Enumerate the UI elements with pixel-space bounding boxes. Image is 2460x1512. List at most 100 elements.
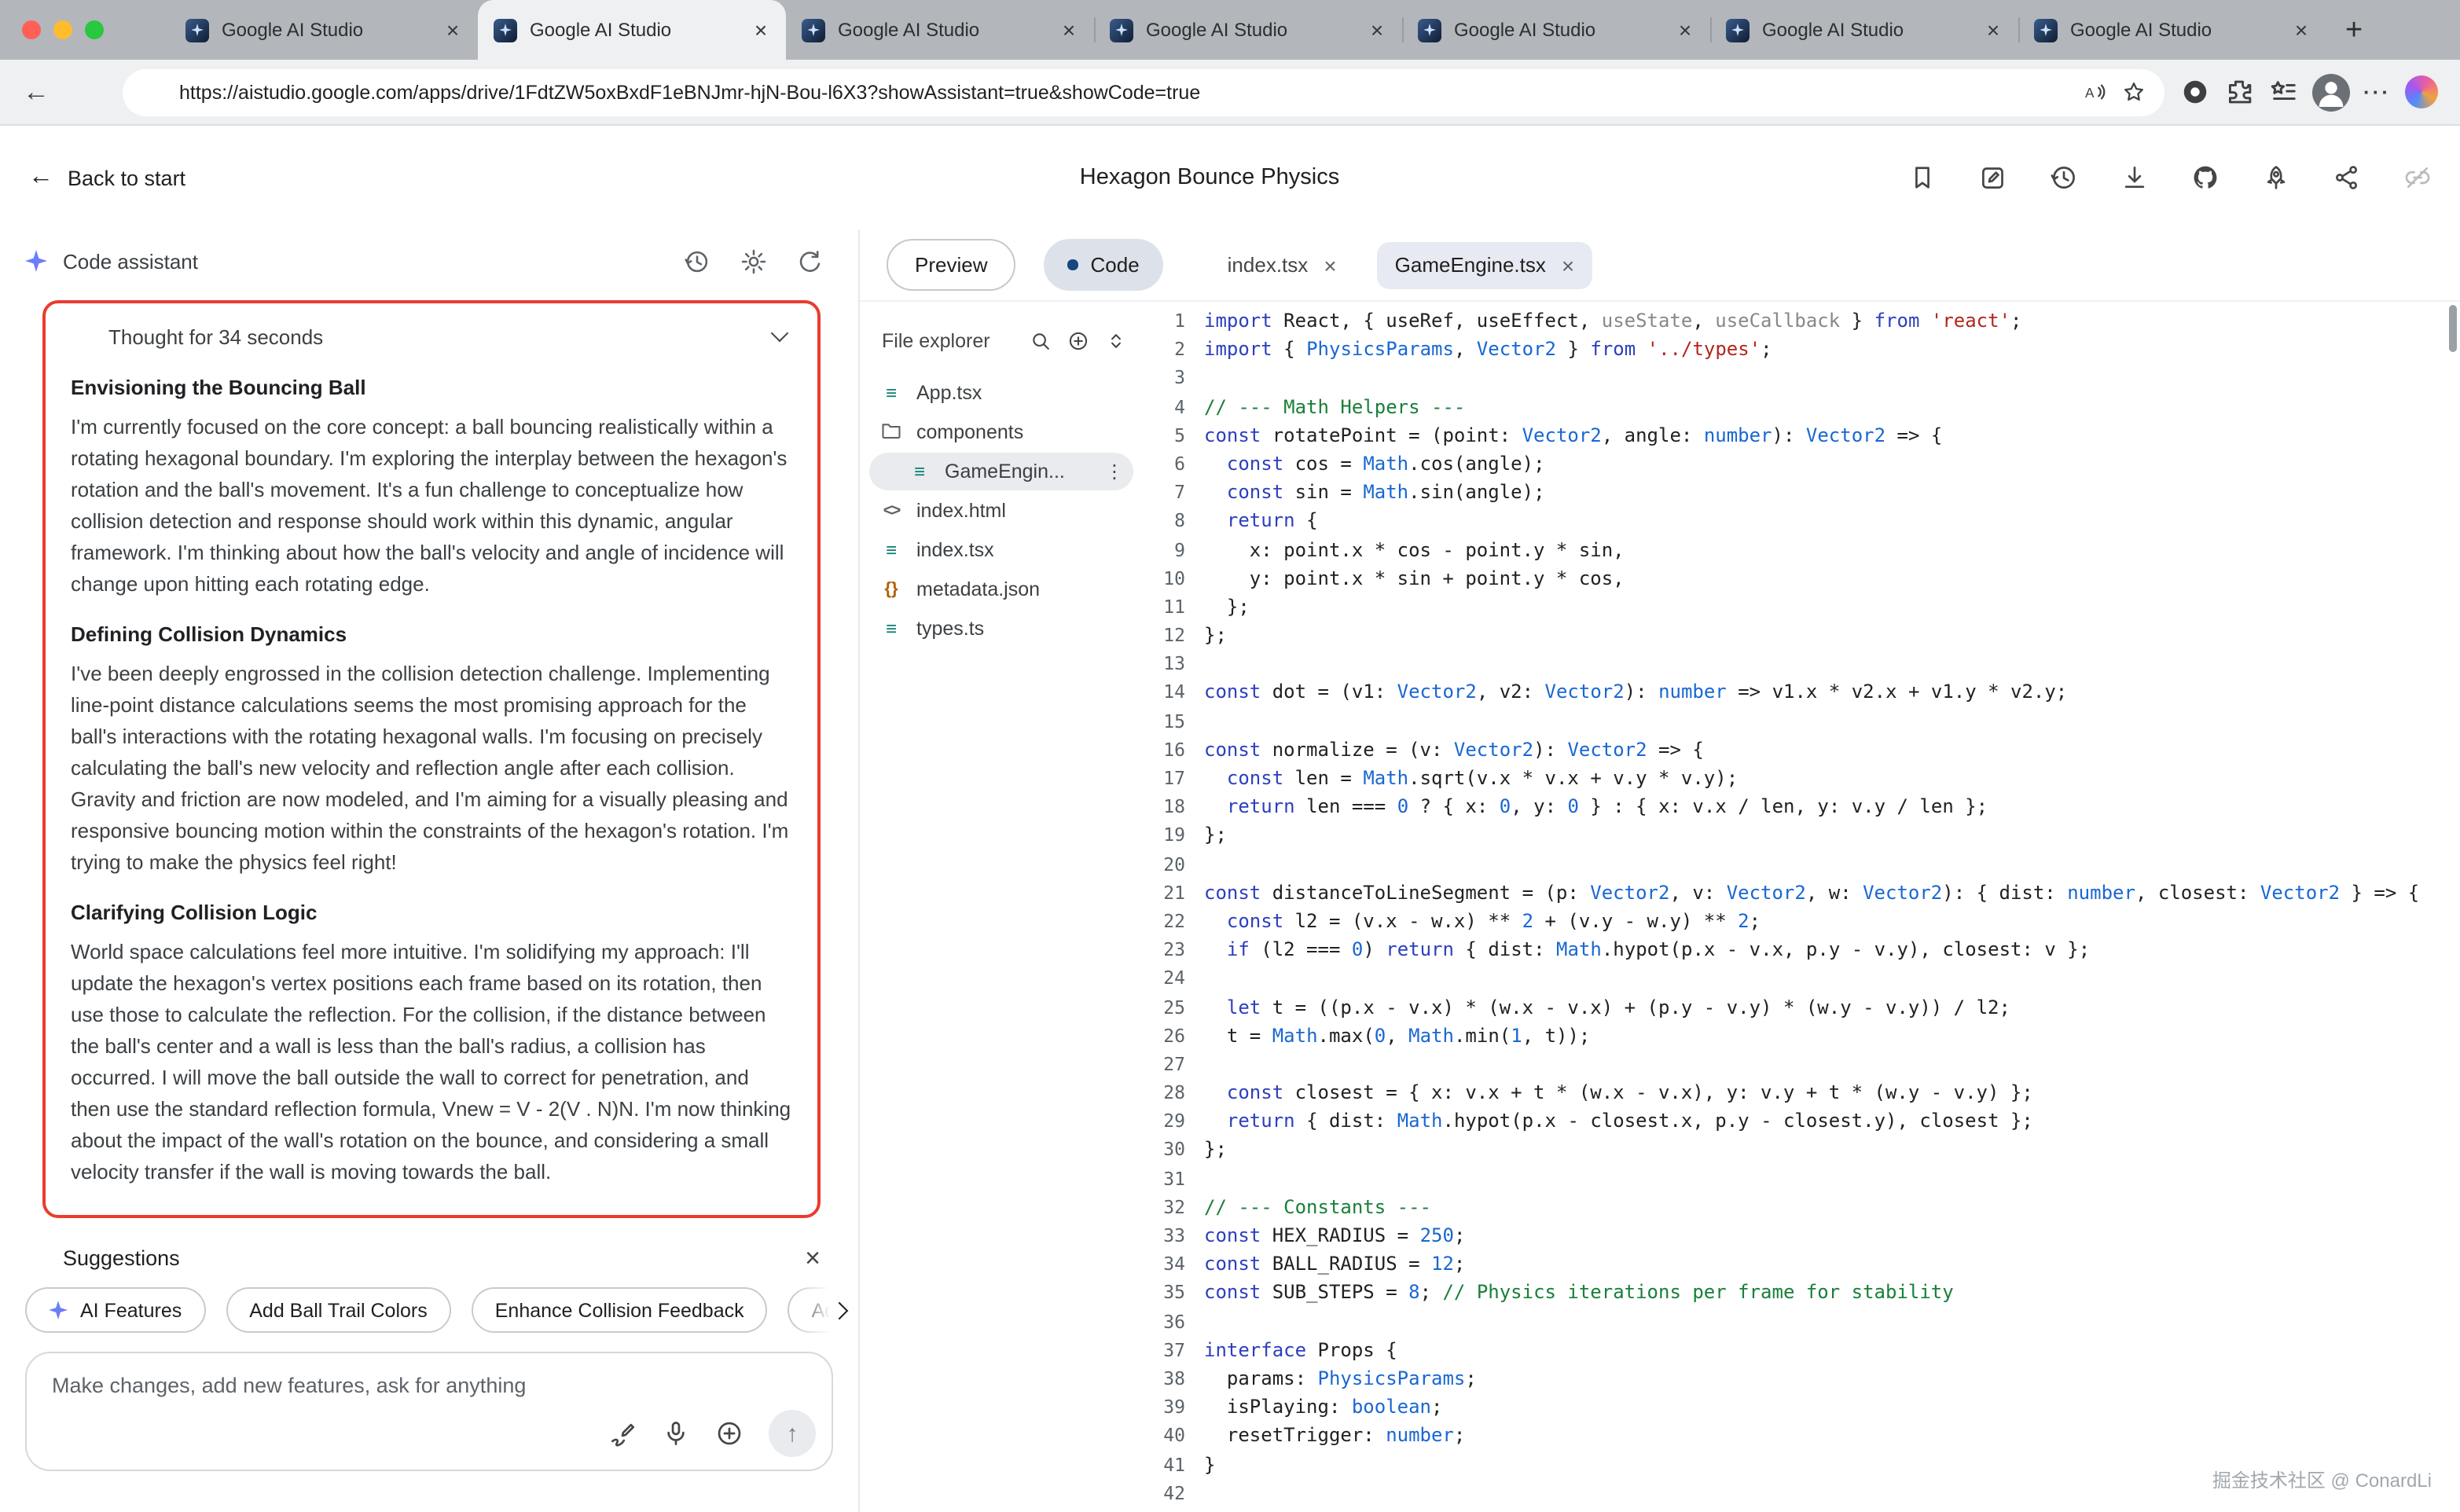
suggestion-chip[interactable]: Add Ball Trail Colors [226, 1287, 451, 1333]
prompt-input[interactable]: Make changes, add new features, ask for … [25, 1352, 833, 1471]
tab-close-icon[interactable]: × [1364, 17, 1390, 42]
editor-tab[interactable]: GameEngine.tsx × [1378, 241, 1592, 288]
code-line: 24 [1143, 964, 2460, 993]
save-icon[interactable] [1908, 163, 1937, 192]
file-item[interactable]: {}metadata.json [869, 571, 1133, 608]
close-tab-icon[interactable]: × [1324, 254, 1336, 276]
edit-app-icon[interactable] [1979, 163, 2007, 192]
address-bar[interactable]: https://aistudio.google.com/apps/drive/1… [123, 68, 2164, 116]
favorites-bar-icon[interactable] [2267, 77, 2297, 107]
line-number: 6 [1143, 450, 1204, 478]
file-item[interactable]: ≡types.ts [869, 610, 1133, 648]
file-item[interactable]: ≡GameEngin...⋮ [869, 453, 1133, 490]
code-file-icon: ≡ [907, 462, 932, 481]
rename-app-icon[interactable] [1357, 166, 1380, 189]
browser-extensions-icon[interactable] [2223, 77, 2253, 107]
lock-icon[interactable] [141, 80, 165, 104]
deploy-icon[interactable] [2262, 163, 2290, 192]
read-aloud-icon[interactable]: A [2082, 80, 2106, 104]
link-disabled-icon [2403, 163, 2432, 192]
browser-tab[interactable]: Google AI Studio × [1710, 0, 2018, 60]
browser-tab[interactable]: Google AI Studio × [478, 0, 786, 60]
file-menu-icon[interactable]: ⋮ [1105, 461, 1133, 483]
editor-settings-icon[interactable] [2407, 251, 2435, 279]
browser-tab[interactable]: Google AI Studio × [1094, 0, 1402, 60]
line-number: 14 [1143, 678, 1204, 706]
tab-close-icon[interactable]: × [2289, 17, 2314, 42]
line-number: 30 [1143, 1136, 1204, 1164]
chip-label: Enhance Collision Feedback [495, 1299, 744, 1321]
refresh-icon[interactable] [66, 72, 107, 112]
browser-tab[interactable]: Google AI Studio × [2018, 0, 2326, 60]
close-suggestions-icon[interactable]: × [805, 1245, 821, 1272]
chips-scroll-right-button[interactable] [794, 1287, 860, 1333]
code-line: 13 [1143, 650, 2460, 678]
close-tab-icon[interactable]: × [1562, 254, 1574, 276]
thought-toggle[interactable]: Thought for 34 seconds [71, 319, 792, 354]
editor-tab[interactable]: index.tsx× [1210, 241, 1354, 288]
line-number: 21 [1143, 879, 1204, 907]
assistant-title: Code assistant [63, 249, 198, 273]
assistant-settings-icon[interactable] [740, 248, 767, 274]
file-name: metadata.json [916, 578, 1133, 600]
version-history-icon[interactable] [2050, 163, 2078, 192]
file-name: index.tsx [916, 539, 1133, 561]
code-line: 33const HEX_RADIUS = 250; [1143, 1221, 2460, 1250]
file-item[interactable]: ≡index.tsx [869, 531, 1133, 569]
preview-button[interactable]: Preview [887, 239, 1016, 291]
assistant-history-icon[interactable] [684, 248, 710, 274]
line-number: 4 [1143, 392, 1204, 420]
back-icon[interactable]: ← [16, 72, 57, 112]
share-icon[interactable] [2333, 163, 2361, 192]
tab-close-icon[interactable]: × [748, 17, 773, 42]
line-number: 29 [1143, 1107, 1204, 1136]
code-editor[interactable]: 1import React, { useRef, useEffect, useS… [1143, 302, 2460, 1512]
draw-icon[interactable] [608, 1419, 637, 1448]
tab-close-icon[interactable]: × [440, 17, 465, 42]
suggestion-chip[interactable]: AI Features [25, 1287, 205, 1333]
assistant-refresh-icon[interactable] [797, 248, 824, 274]
code-button[interactable]: Code [1045, 239, 1163, 291]
download-icon[interactable] [2120, 163, 2149, 192]
browser-menu-icon[interactable]: ··· [2363, 82, 2391, 102]
file-item[interactable]: ≡App.tsx [869, 374, 1133, 412]
collapse-files-icon[interactable] [1105, 330, 1127, 352]
assistant-sparkle-icon [25, 250, 47, 272]
browser-tab[interactable]: Google AI Studio × [170, 0, 478, 60]
tab-overview-icon[interactable] [129, 17, 156, 43]
line-number: 22 [1143, 907, 1204, 935]
chevron-down-icon [771, 325, 789, 343]
line-number: 36 [1143, 1307, 1204, 1335]
browser-tab[interactable]: Google AI Studio × [1402, 0, 1710, 60]
line-number: 1 [1143, 306, 1204, 335]
tab-close-icon[interactable]: × [1981, 17, 2006, 42]
line-number: 27 [1143, 1050, 1204, 1078]
zoom-window-button[interactable] [85, 20, 104, 39]
app-header: ← Back to start Hexagon Bounce Physics [0, 126, 2460, 229]
line-number: 43 [1143, 1507, 1204, 1512]
suggestion-chip[interactable]: Enhance Collision Feedback [472, 1287, 768, 1333]
github-icon[interactable] [2191, 163, 2220, 192]
editor-scrollbar[interactable] [2449, 305, 2457, 352]
back-to-start-button[interactable]: ← Back to start [28, 165, 185, 190]
favorite-star-icon[interactable] [2121, 80, 2145, 104]
send-button[interactable]: ↑ [769, 1410, 816, 1457]
tab-close-icon[interactable]: × [1056, 17, 1081, 42]
tab-close-icon[interactable]: × [1672, 17, 1698, 42]
mic-icon[interactable] [662, 1419, 690, 1448]
file-item[interactable]: components [869, 413, 1133, 451]
add-attachment-icon[interactable] [715, 1419, 744, 1448]
workspace-toolbar: Preview Code index.tsx× GameEngine.tsx × [860, 229, 2460, 302]
browser-tab[interactable]: Google AI Studio × [786, 0, 1094, 60]
new-file-icon[interactable] [1067, 330, 1089, 352]
close-window-button[interactable] [22, 20, 41, 39]
editor-tab-label: GameEngine.tsx [1395, 253, 1546, 277]
extension-icon[interactable] [2179, 77, 2209, 107]
minimize-window-button[interactable] [53, 20, 72, 39]
file-search-icon[interactable] [1030, 330, 1052, 352]
code-line: 16const normalize = (v: Vector2): Vector… [1143, 736, 2460, 764]
copilot-icon[interactable] [2405, 75, 2438, 108]
profile-avatar[interactable] [2311, 73, 2349, 111]
file-item[interactable]: <>index.html [869, 492, 1133, 530]
new-tab-button[interactable]: + [2345, 15, 2363, 45]
